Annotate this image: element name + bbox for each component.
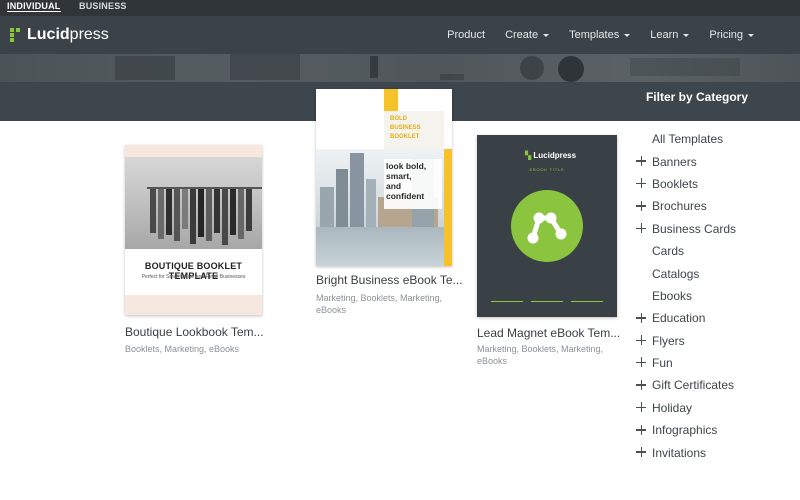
category-infographics[interactable]: Infographics xyxy=(636,419,796,441)
chevron-down-icon xyxy=(683,34,690,37)
filter-by-category-heading: Filter by Category xyxy=(645,90,748,104)
main-navbar: Lucidpress Product Create Templates Lear… xyxy=(0,16,800,54)
category-education[interactable]: Education xyxy=(636,307,796,329)
lucidpress-logo[interactable]: Lucidpress xyxy=(10,25,109,45)
nav-learn[interactable]: Learn xyxy=(650,29,690,41)
category-invitations[interactable]: Invitations xyxy=(636,441,796,463)
template-title[interactable]: Boutique Lookbook Tem... xyxy=(125,325,264,339)
category-business-cards[interactable]: Business Cards xyxy=(636,218,796,240)
logo-text: Lucidpress xyxy=(27,26,109,43)
plus-icon[interactable] xyxy=(636,446,647,457)
cover-logo: ▚ Lucidpress xyxy=(525,151,577,160)
category-filter-list: All Templates Banners Booklets Brochures… xyxy=(636,128,796,464)
logo-mark-icon xyxy=(10,28,24,42)
category-flyers[interactable]: Flyers xyxy=(636,330,796,352)
nav-product[interactable]: Product xyxy=(447,29,485,41)
cover-heading: BOLD BUSINESS BOOKLET xyxy=(390,116,421,140)
cover-subtitle: Perfect for Small Online and Retail Busi… xyxy=(141,274,246,280)
plus-icon[interactable] xyxy=(636,200,647,211)
plus-icon[interactable] xyxy=(636,402,647,413)
plus-icon[interactable] xyxy=(636,357,647,368)
page: INDIVIDUAL BUSINESS Lucidpress Product C… xyxy=(0,0,800,500)
chevron-down-icon xyxy=(543,34,550,37)
account-type-bar: INDIVIDUAL BUSINESS xyxy=(0,0,800,16)
category-gift-certificates[interactable]: Gift Certificates xyxy=(636,374,796,396)
category-catalogs[interactable]: Catalogs xyxy=(636,262,796,284)
plus-icon[interactable] xyxy=(636,223,647,234)
nav-create[interactable]: Create xyxy=(505,29,550,41)
category-cards[interactable]: Cards xyxy=(636,240,796,262)
category-all-templates[interactable]: All Templates xyxy=(636,128,796,150)
nav-pricing[interactable]: Pricing xyxy=(709,29,754,41)
template-title[interactable]: Lead Magnet eBook Tem... xyxy=(477,326,620,340)
plus-icon[interactable] xyxy=(636,312,647,323)
chevron-down-icon xyxy=(748,34,754,37)
template-tags: Marketing, Booklets, Marketing, eBooks xyxy=(477,344,604,366)
template-tags: Booklets, Marketing, eBooks xyxy=(125,344,240,354)
hero-background-photo xyxy=(0,54,800,82)
lucidpress-symbol-icon xyxy=(511,190,583,262)
tab-individual[interactable]: INDIVIDUAL xyxy=(7,1,61,12)
template-thumbnail[interactable]: ▚ Lucidpress EBOOK TITLE xyxy=(477,135,617,317)
plus-icon[interactable] xyxy=(636,424,647,435)
plus-icon[interactable] xyxy=(636,155,647,166)
plus-icon[interactable] xyxy=(636,178,647,189)
nav-menu: Product Create Templates Learn Pricing xyxy=(427,16,754,54)
template-thumbnail[interactable]: BOUTIQUE BOOKLET TEMPLATE Perfect for Sm… xyxy=(125,145,262,315)
cover-subtitle: EBOOK TITLE xyxy=(529,167,565,172)
category-holiday[interactable]: Holiday xyxy=(636,397,796,419)
category-banners[interactable]: Banners xyxy=(636,150,796,172)
tab-business[interactable]: BUSINESS xyxy=(79,1,127,11)
template-tags: Marketing, Booklets, Marketing, eBooks xyxy=(316,293,443,315)
category-ebooks[interactable]: Ebooks xyxy=(636,285,796,307)
template-title[interactable]: Bright Business eBook Te... xyxy=(316,273,463,287)
plus-icon[interactable] xyxy=(636,379,647,390)
nav-templates[interactable]: Templates xyxy=(569,29,631,41)
category-fun[interactable]: Fun xyxy=(636,352,796,374)
category-brochures[interactable]: Brochures xyxy=(636,195,796,217)
cover-tagline: look bold, smart, and confident xyxy=(386,161,427,201)
chevron-down-icon xyxy=(624,34,631,37)
category-booklets[interactable]: Booklets xyxy=(636,173,796,195)
plus-icon[interactable] xyxy=(636,335,647,346)
template-thumbnail[interactable]: BOLD BUSINESS BOOKLET look bold, smart, … xyxy=(316,89,452,266)
